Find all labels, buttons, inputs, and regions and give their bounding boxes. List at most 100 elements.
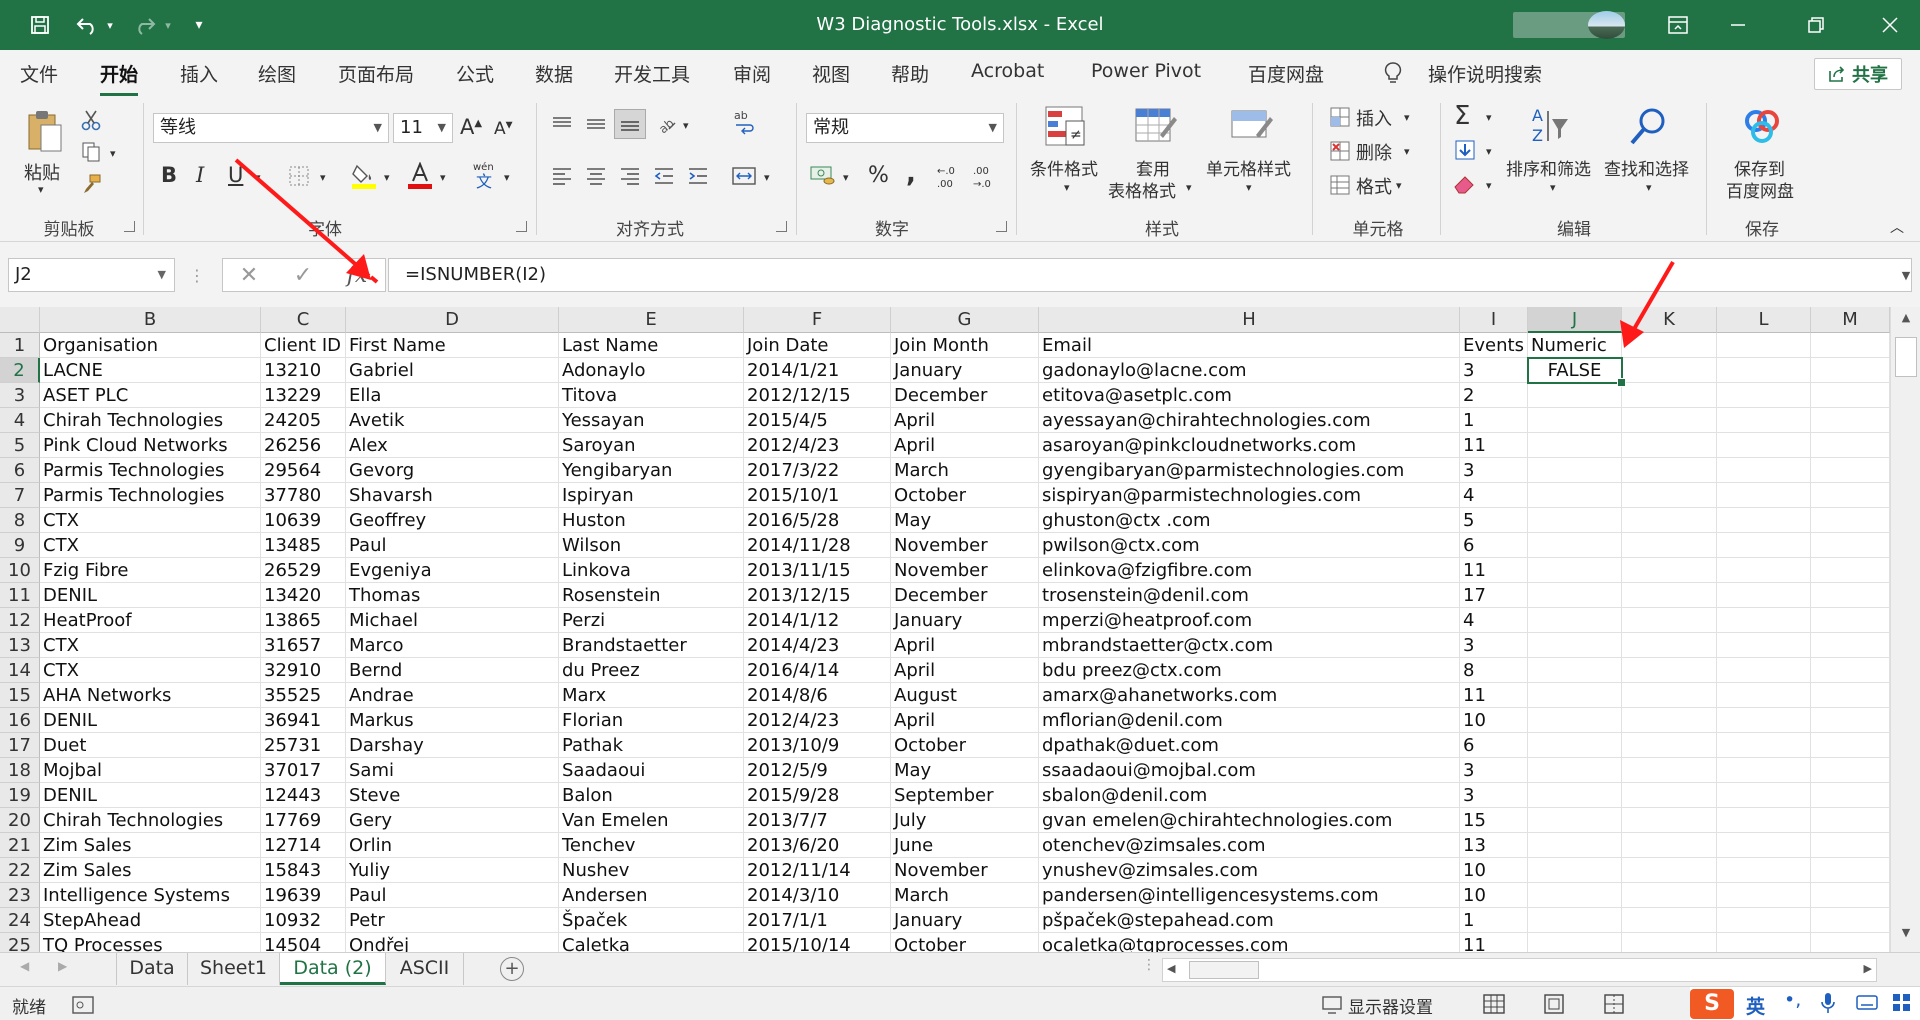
orientation-icon[interactable]: ab [652,109,682,137]
cell-l23[interactable] [1717,883,1811,908]
tab-split-handle-icon[interactable]: ⋮ [1142,957,1156,973]
cell-h22[interactable]: ynushev@zimsales.com [1039,858,1460,883]
alignment-launcher-icon[interactable] [776,221,787,232]
cell-j17[interactable] [1528,733,1622,758]
clear-eraser-icon[interactable] [1452,171,1478,197]
cell-j16[interactable] [1528,708,1622,733]
fill-dropdown-icon[interactable]: ▾ [1486,145,1492,158]
row-header[interactable]: 6 [0,458,40,483]
cell-e17[interactable]: Pathak [559,733,744,758]
cell-l14[interactable] [1717,658,1811,683]
cell-m6[interactable] [1811,458,1890,483]
align-center-icon[interactable] [582,163,610,189]
cell-l21[interactable] [1717,833,1811,858]
cell-j23[interactable] [1528,883,1622,908]
cell-l20[interactable] [1717,808,1811,833]
cell-b19[interactable]: DENIL [40,783,261,808]
cell-h15[interactable]: amarx@ahanetworks.com [1039,683,1460,708]
conditional-formatting-icon[interactable]: ≠ [1042,103,1088,151]
cell-l16[interactable] [1717,708,1811,733]
row-header[interactable]: 9 [0,533,40,558]
find-select-label[interactable]: 查找和选择 [1604,155,1689,180]
format-cells-label[interactable]: 格式 [1356,173,1392,199]
cell-f13[interactable]: 2014/4/23 [744,633,891,658]
sort-filter-icon[interactable]: AZ [1526,103,1574,151]
cell-m19[interactable] [1811,783,1890,808]
cell-f3[interactable]: 2012/12/15 [744,383,891,408]
cell-l22[interactable] [1717,858,1811,883]
cell-i13[interactable]: 3 [1460,633,1528,658]
phonetic-guide-icon[interactable]: wén 文 [470,159,498,191]
font-name-select[interactable]: 等线 ▼ [153,113,389,143]
cell-k16[interactable] [1622,708,1717,733]
cell-styles-icon[interactable] [1228,103,1276,151]
underline-button[interactable]: U [228,163,243,187]
column-header-j[interactable]: J [1528,307,1622,333]
number-format-select[interactable]: 常规 ▼ [806,113,1004,143]
copy-dropdown-icon[interactable]: ▾ [110,147,116,160]
column-header-h[interactable]: H [1039,307,1460,333]
cell-c17[interactable]: 25731 [261,733,346,758]
cell-i3[interactable]: 2 [1460,383,1528,408]
row-header[interactable]: 22 [0,858,40,883]
accounting-format-icon[interactable] [808,161,838,189]
cell-h12[interactable]: mperzi@heatproof.com [1039,608,1460,633]
cell-j21[interactable] [1528,833,1622,858]
cell-k22[interactable] [1622,858,1717,883]
cell-c9[interactable]: 13485 [261,533,346,558]
cell-c24[interactable]: 10932 [261,908,346,933]
cell-h23[interactable]: pandersen@intelligencesystems.com [1039,883,1460,908]
display-settings-icon[interactable] [1322,995,1344,1015]
cell-l17[interactable] [1717,733,1811,758]
cell-k12[interactable] [1622,608,1717,633]
cell-k17[interactable] [1622,733,1717,758]
avatar[interactable] [1588,11,1625,39]
format-cells-icon[interactable] [1328,173,1352,197]
cell-g8[interactable]: May [891,508,1039,533]
font-size-select[interactable]: 11 ▼ [393,113,453,143]
cell-b16[interactable]: DENIL [40,708,261,733]
cell-g11[interactable]: December [891,583,1039,608]
cell-i4[interactable]: 1 [1460,408,1528,433]
tab-help[interactable]: 帮助 [891,60,929,87]
cell-c3[interactable]: 13229 [261,383,346,408]
cell-j19[interactable] [1528,783,1622,808]
ime-toolbar[interactable]: S 英 •, [1690,987,1920,1020]
tab-page-layout[interactable]: 页面布局 [338,60,414,87]
keyboard-icon[interactable] [1856,993,1878,1011]
cell-i22[interactable]: 10 [1460,858,1528,883]
cell-i17[interactable]: 6 [1460,733,1528,758]
worksheet-grid[interactable]: B C D E F G H I J K L M 1 Organisation Client ID First … [0,307,1890,952]
cell-g1[interactable]: Join Month [891,333,1039,358]
cell-b21[interactable]: Zim Sales [40,833,261,858]
cell-g5[interactable]: April [891,433,1039,458]
cell-i19[interactable]: 3 [1460,783,1528,808]
cell-i25[interactable]: 11 [1460,933,1528,952]
cell-d24[interactable]: Petr [346,908,559,933]
cell-c12[interactable]: 13865 [261,608,346,633]
cell-m8[interactable] [1811,508,1890,533]
percent-button[interactable]: % [868,163,889,188]
conditional-formatting-label[interactable]: 条件格式 [1030,155,1098,180]
cell-k25[interactable] [1622,933,1717,952]
cell-b6[interactable]: Parmis Technologies [40,458,261,483]
sheet-tab-sheet1[interactable]: Sheet1 [188,953,280,985]
cell-e5[interactable]: Saroyan [559,433,744,458]
format-as-table-icon[interactable] [1132,103,1180,151]
cell-e14[interactable]: du Preez [559,658,744,683]
cell-e9[interactable]: Wilson [559,533,744,558]
cell-c25[interactable]: 14504 [261,933,346,952]
align-middle-icon[interactable] [582,111,610,137]
cell-h6[interactable]: gyengibaryan@parmistechnologies.com [1039,458,1460,483]
cell-m23[interactable] [1811,883,1890,908]
next-sheet-icon[interactable]: ▶ [58,959,67,973]
cell-j15[interactable] [1528,683,1622,708]
delete-cells-label[interactable]: 删除 [1356,139,1392,165]
cell-e13[interactable]: Brandstaetter [559,633,744,658]
cell-f11[interactable]: 2013/12/15 [744,583,891,608]
cell-e22[interactable]: Nushev [559,858,744,883]
cell-e15[interactable]: Marx [559,683,744,708]
cell-g22[interactable]: November [891,858,1039,883]
cell-g18[interactable]: May [891,758,1039,783]
row-header[interactable]: 16 [0,708,40,733]
